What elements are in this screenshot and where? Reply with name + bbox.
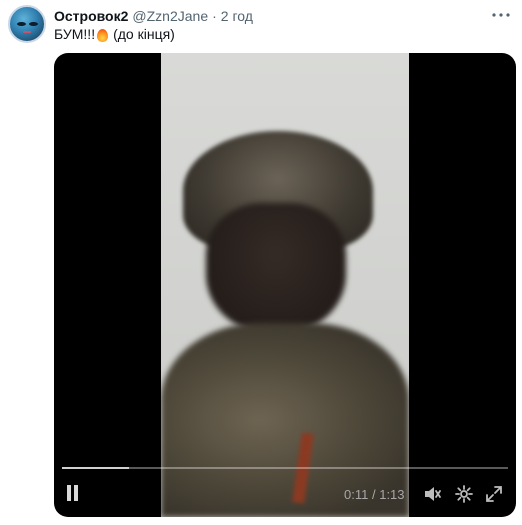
avatar-eye — [29, 22, 38, 26]
video-subject-face — [206, 203, 346, 333]
tweet-text-main: БУМ!!! — [54, 26, 96, 42]
more-icon[interactable] — [490, 6, 512, 24]
tweet-text-suffix: (до кінця) — [113, 26, 175, 42]
video-frame[interactable] — [161, 53, 409, 517]
fullscreen-icon[interactable] — [484, 484, 504, 504]
settings-icon[interactable] — [454, 484, 474, 504]
avatar[interactable] — [8, 5, 46, 43]
progress-bar[interactable] — [62, 467, 508, 469]
fire-emoji-icon — [96, 27, 109, 42]
time-separator: / — [371, 487, 376, 502]
avatar-eye — [17, 22, 26, 26]
separator-dot: · — [212, 8, 217, 24]
tweet-header: Островок2 @Zzn2Jane · 2 год — [54, 6, 253, 26]
pause-icon[interactable] — [66, 485, 80, 501]
volume-icon[interactable] — [422, 484, 442, 504]
tweet-text: БУМ!!! (до кінця) — [54, 26, 175, 42]
user-handle[interactable]: @Zzn2Jane — [132, 8, 208, 24]
video-controls: 0:11 / 1:13 — [54, 479, 516, 509]
video-player[interactable]: 0:11 / 1:13 — [54, 53, 516, 517]
timestamp[interactable]: 2 год — [221, 8, 253, 24]
video-timecode: 0:11 / 1:13 — [344, 487, 405, 502]
display-name[interactable]: Островок2 — [54, 8, 128, 24]
current-time: 0:11 — [344, 487, 369, 502]
tweet[interactable]: Островок2 @Zzn2Jane · 2 год БУМ!!! (до к… — [0, 0, 522, 525]
duration: 1:13 — [379, 487, 405, 502]
progress-fill — [62, 467, 130, 469]
avatar-mouth — [23, 31, 31, 33]
